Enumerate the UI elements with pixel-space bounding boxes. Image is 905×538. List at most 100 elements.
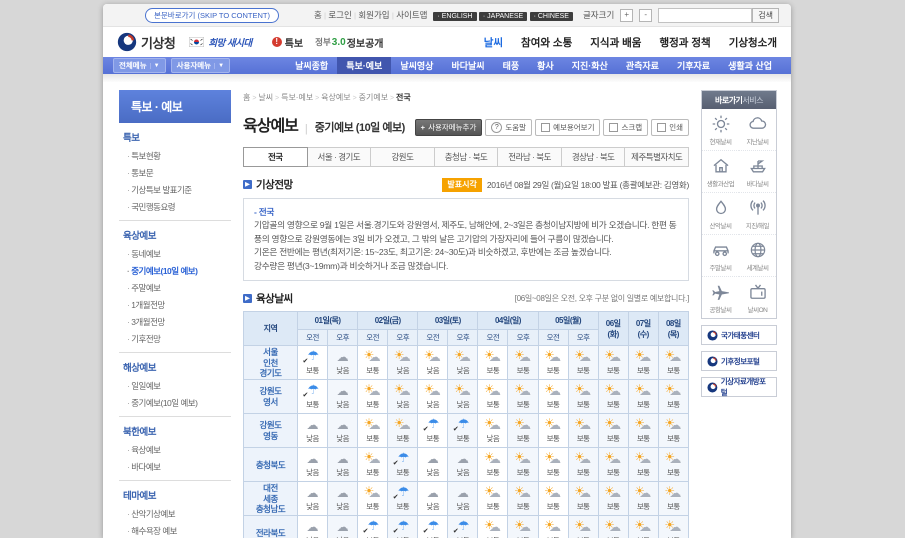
sidebar-item-1-4[interactable]: 3개월전망 [121,313,229,330]
search-button[interactable]: 검색 [752,7,779,23]
tab-region-0[interactable]: 전국 [243,147,308,167]
sidebar-item-4-1[interactable]: 해수욕장 예보 [121,522,229,538]
sidebar-item-0-0[interactable]: 특보현황 [121,147,229,164]
section-arrow-icon: ▶ [243,180,252,189]
sidebar-item-1-5[interactable]: 기후전망 [121,330,229,347]
gnb-item-6[interactable]: 지진·화산 [563,57,617,74]
action-button-2[interactable]: 예보용어보기 [535,119,601,136]
quick-item-6[interactable]: 주말날씨 [702,235,739,277]
gnb-item-2[interactable]: 날씨영상 [391,57,442,74]
cloud-glyph: ☁ [488,349,501,364]
kma-logo[interactable]: 기상청 [117,32,176,52]
breadcrumb-item-4[interactable]: 중기예보 [359,93,388,102]
header-nav-item-3[interactable]: 행정과 정책 [659,35,710,50]
action-button-1[interactable]: ? 도움말 [485,119,533,136]
sidebar-item-2-0[interactable]: 일일예보 [121,377,229,394]
table-header-day-2: 03일(토) [417,311,479,331]
tab-region-3[interactable]: 충청남 · 북도 [434,147,499,167]
utility-link-2[interactable]: 회원가입 [356,10,392,20]
sidebar-item-1-2[interactable]: 주말예보 [121,279,229,296]
language-link-0[interactable]: · ENGLISH [433,12,477,21]
search-input[interactable] [658,7,753,23]
sidebar-item-3-1[interactable]: 바다예보 [121,458,229,475]
gov30-number: 3.0 [331,36,346,48]
quick-item-9[interactable]: 날씨ON [739,277,776,318]
gnb-item-0[interactable]: 날씨종합 [286,57,337,74]
quick-banner-2[interactable]: 기상자료개방포털 [701,377,777,397]
weather-cell: ☀☁보통 [357,447,389,483]
cloud-glyph: ☁ [549,485,562,500]
weather-cell: ☀☁보통 [357,481,389,517]
skip-to-content-link[interactable]: 본문바로가기 (SKIP TO CONTENT) [145,7,279,23]
tab-region-4[interactable]: 전라남 · 북도 [498,147,562,167]
action-button-0[interactable]: + 사용자메뉴추가 [414,119,483,136]
header-nav-item-2[interactable]: 지식과 배움 [590,35,641,50]
sidebar-item-1-0[interactable]: 동네예보 [121,245,229,262]
sidebar-item-3-0[interactable]: 육상예보 [121,441,229,458]
gov30-label: 정보공개 [346,38,384,50]
sidebar-item-0-2[interactable]: 기상특보 발표기준 [121,181,229,198]
quick-item-0[interactable]: 현재날씨 [702,109,739,151]
breadcrumb-item-5[interactable]: 전국 [396,93,411,102]
header-nav-item-0[interactable]: 날씨 [484,35,503,50]
sidebar-item-1-3[interactable]: 1개월전망 [121,296,229,313]
gnb-item-7[interactable]: 관측자료 [617,57,668,74]
gnb-item-3[interactable]: 바다날씨 [442,57,493,74]
reliability-label: 보통 [366,501,380,511]
quick-banner-1[interactable]: 기후정보포털 [701,351,777,371]
language-links: · ENGLISH · JAPANESE · CHINESE [433,10,573,21]
sidebar-group-title-3[interactable]: 북한예보 [121,421,229,441]
user-menu-button[interactable]: 사용자메뉴 ▼ [170,58,231,73]
day-sub: (목) [667,329,680,339]
breadcrumb-item-2[interactable]: 특보·예보 [281,93,313,102]
quick-item-7[interactable]: 세계날씨 [739,235,776,277]
utility-link-0[interactable]: 홈 [314,10,324,20]
gnb-item-4[interactable]: 태풍 [494,57,529,74]
fontsize-decrease-button[interactable]: - [639,8,653,22]
quick-item-5[interactable]: 지진/해일 [739,193,776,235]
cloud-glyph: ☁ [639,519,652,534]
tab-region-1[interactable]: 서울 · 경기도 [307,147,372,167]
sidebar-item-2-1[interactable]: 중기예보(10일 예보) [121,394,229,411]
fontsize-increase-button[interactable]: + [620,8,634,22]
sidebar-group-title-4[interactable]: 테마예보 [121,485,229,505]
tab-region-2[interactable]: 강원도 [371,147,435,167]
weather-icon-partly: ☀ ☁ [478,518,507,534]
sidebar-item-4-0[interactable]: 산악기상예보 [121,505,229,522]
action-button-3[interactable]: 스크랩 [603,119,649,136]
warning-shortcut[interactable]: ! 특보 [271,35,303,50]
utility-link-3[interactable]: 사이트맵 [394,10,427,20]
gnb-item-1[interactable]: 특보·예보 [337,57,392,74]
weather-cell: ☀☁보통 [627,413,659,449]
tab-region-5[interactable]: 경상남 · 북도 [561,147,626,167]
kma-logo-icon [707,382,718,393]
language-link-2[interactable]: · CHINESE [529,12,573,21]
utility-link-1[interactable]: 로그인 [326,10,354,20]
sidebar-item-0-1[interactable]: 통보문 [121,164,229,181]
sidebar-item-0-3[interactable]: 국민행동요령 [121,198,229,215]
quick-item-4[interactable]: 산악날씨 [702,193,739,235]
breadcrumb-item-1[interactable]: 날씨 [258,93,273,102]
tab-region-6[interactable]: 제주특별자치도 [625,147,690,167]
quick-item-2[interactable]: 생활과산업 [702,151,739,193]
header-nav-item-1[interactable]: 참여와 소통 [521,35,572,50]
gnb-item-8[interactable]: 기후자료 [668,57,719,74]
header-nav-item-4[interactable]: 기상청소개 [729,35,777,50]
weather-icon-partly: ☀ ☁ [478,348,507,364]
quick-item-1[interactable]: 지난날씨 [739,109,776,151]
sidebar-group-title-2[interactable]: 해상예보 [121,357,229,377]
sidebar-group-title-0[interactable]: 특보 [121,127,229,147]
gnb-item-9[interactable]: 생활과 산업 [719,57,781,74]
sidebar-item-1-1[interactable]: 중기예보(10일 예보) [121,262,229,279]
gnb-item-5[interactable]: 황사 [528,57,563,74]
language-link-1[interactable]: · JAPANESE [478,12,528,21]
quick-item-8[interactable]: 공항날씨 [702,277,739,318]
quick-banner-0[interactable]: 국가태풍센터 [701,325,777,345]
all-menu-button[interactable]: 전체메뉴 ▼ [113,58,166,73]
breadcrumb-item-3[interactable]: 육상예보 [321,93,350,102]
weather-cell: ☀☁보통 [387,413,419,449]
quick-item-3[interactable]: 바다날씨 [739,151,776,193]
action-button-4[interactable]: 인쇄 [651,119,689,136]
sidebar-group-title-1[interactable]: 육상예보 [121,225,229,245]
gov30-shortcut[interactable]: 정부 3.0 정보공개 [315,35,383,50]
